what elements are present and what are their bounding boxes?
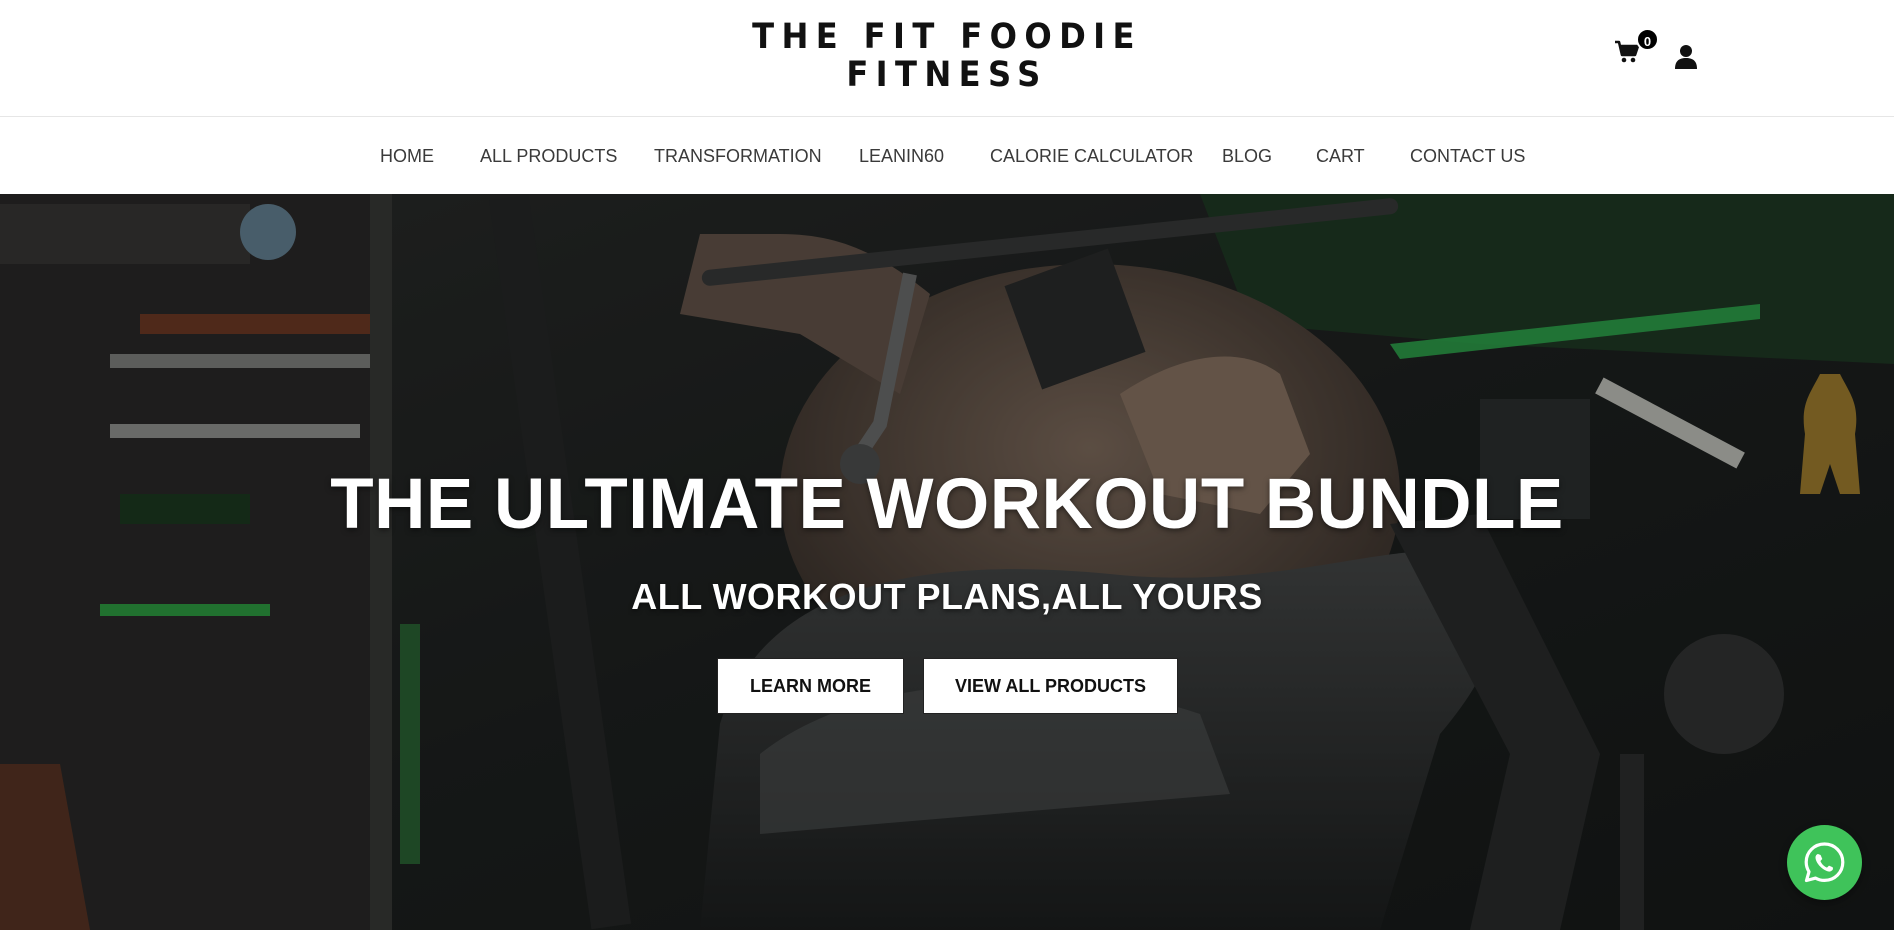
nav-item-all-products[interactable]: ALL PRODUCTS: [480, 146, 617, 167]
hero-title: THE ULTIMATE WORKOUT BUNDLE: [330, 465, 1564, 544]
main-navigation: HOME ALL PRODUCTS TRANSFORMATION LEANIN6…: [0, 118, 1894, 194]
view-all-products-button[interactable]: VIEW ALL PRODUCTS: [923, 658, 1178, 714]
nav-item-blog[interactable]: BLOG: [1222, 146, 1272, 167]
site-header: THE FIT FOODIE FITNESS 0: [0, 0, 1894, 117]
hero-banner: THE ULTIMATE WORKOUT BUNDLE ALL WORKOUT …: [0, 194, 1894, 930]
hero-dark-overlay: [0, 194, 1894, 930]
logo-line-2: FITNESS: [846, 55, 1048, 95]
cart-count-badge: 0: [1636, 28, 1659, 51]
nav-item-home[interactable]: HOME: [380, 146, 434, 167]
nav-item-leanin60[interactable]: LEANIN60: [859, 146, 944, 167]
nav-item-contact-us[interactable]: CONTACT US: [1410, 146, 1525, 167]
cart-button[interactable]: 0: [1614, 28, 1659, 70]
whatsapp-chat-button[interactable]: [1787, 825, 1862, 900]
nav-item-transformation[interactable]: TRANSFORMATION: [654, 146, 822, 167]
nav-item-calorie-calculator[interactable]: CALORIE CALCULATOR: [990, 146, 1193, 167]
learn-more-button[interactable]: LEARN MORE: [717, 658, 904, 714]
site-logo[interactable]: THE FIT FOODIE FITNESS: [76, 18, 1818, 94]
nav-item-cart[interactable]: CART: [1316, 146, 1365, 167]
user-icon[interactable]: [1674, 44, 1698, 70]
whatsapp-icon: [1804, 842, 1845, 883]
logo-line-1: THE FIT FOODIE: [752, 17, 1142, 57]
hero-subtitle: ALL WORKOUT PLANS,ALL YOURS: [631, 576, 1263, 617]
